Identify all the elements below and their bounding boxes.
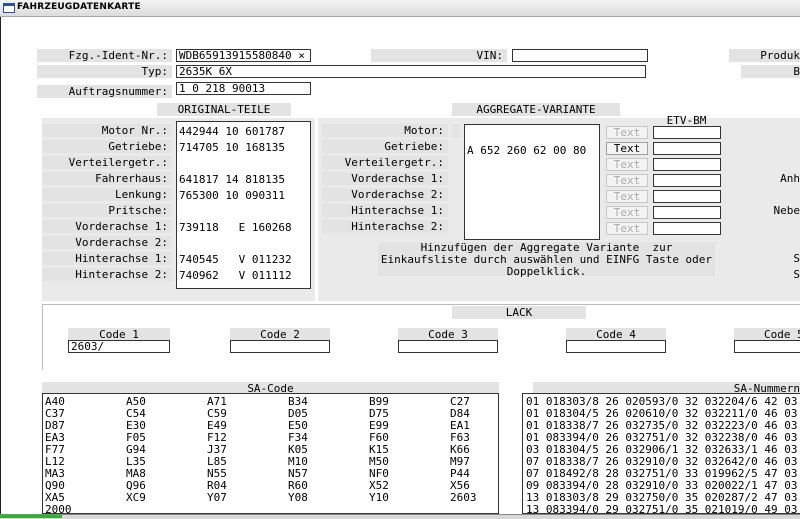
sa-nummern-list[interactable]: 01 018303/8 26 020593/0 32 032204/6 42 0… bbox=[522, 393, 800, 514]
sa-code-item[interactable]: XC9 bbox=[126, 492, 207, 504]
original-value-hinterachse1: 740545 V 011232 bbox=[179, 253, 292, 266]
aggregate-label-motor: Motor: bbox=[322, 124, 448, 137]
original-label-lenkung: Lenkung: bbox=[42, 188, 172, 201]
aggregate-label-getriebe: Getriebe: bbox=[322, 140, 448, 153]
auftrag-label: Auftragsnummer: bbox=[37, 85, 172, 98]
produkt-label: Produk bbox=[729, 49, 800, 62]
code4-field[interactable] bbox=[566, 340, 666, 353]
right-label-nebe: Nebe bbox=[773, 204, 800, 217]
b-label: B bbox=[741, 65, 800, 78]
original-teile-list[interactable]: 442944 10 601787 714705 10 168135 641817… bbox=[176, 121, 311, 289]
sa-code-list[interactable]: A40 A50 A71 B34 B99 C27 C37 C54 C59 D05 D75 D84 D87 E… bbox=[42, 393, 499, 516]
aggregate-label-verteilergetr: Verteilergetr.: bbox=[322, 156, 448, 169]
typ-field[interactable]: 2635K 6X bbox=[176, 65, 646, 78]
sa-code-item[interactable]: 2603 bbox=[450, 492, 531, 504]
original-value-vorderachse1: 739118 E 160268 bbox=[179, 221, 292, 234]
code2-field[interactable] bbox=[230, 340, 330, 353]
original-label-hinterachse1: Hinterachse 1: bbox=[42, 252, 172, 265]
typ-label: Typ: bbox=[37, 65, 172, 78]
original-value-motor: 442944 10 601787 bbox=[179, 125, 285, 138]
etv-field-hinterachse2[interactable] bbox=[653, 222, 721, 235]
right-label-s2: S bbox=[793, 268, 800, 281]
text-button-verteilergetr[interactable]: Text bbox=[606, 158, 648, 171]
fzg-ident-label: Fzg.-Ident-Nr.: bbox=[37, 49, 172, 62]
original-value-hinterachse2: 740962 V 011112 bbox=[179, 269, 292, 282]
aggregate-label-hinterachse1: Hinterachse 1: bbox=[322, 204, 448, 217]
original-value-lenkung: 765300 10 090311 bbox=[179, 189, 285, 202]
text-button-hinterachse2[interactable]: Text bbox=[606, 222, 648, 235]
window-titlebar: FAHRZEUGDATENKARTE bbox=[0, 0, 800, 17]
etv-field-vorderachse1[interactable] bbox=[653, 174, 721, 187]
original-label-hinterachse2: Hinterachse 2: bbox=[42, 268, 172, 281]
original-value-getriebe: 714705 10 168135 bbox=[179, 141, 285, 154]
aggregate-variant-list[interactable]: A 652 260 62 00 80 bbox=[464, 124, 600, 240]
right-label-s1: S bbox=[793, 252, 800, 265]
original-label-fahrerhaus: Fahrerhaus: bbox=[42, 172, 172, 185]
aggregate-label-hinterachse2: Hinterachse 2: bbox=[322, 220, 448, 233]
text-button-vorderachse1[interactable]: Text bbox=[606, 174, 648, 187]
sa-code-item[interactable]: Y10 bbox=[369, 492, 450, 504]
text-button-motor[interactable]: Text bbox=[606, 126, 648, 139]
text-button-getriebe[interactable]: Text bbox=[606, 142, 648, 155]
etv-field-getriebe[interactable] bbox=[653, 142, 721, 155]
etv-field-hinterachse1[interactable] bbox=[653, 206, 721, 219]
original-value-fahrerhaus: 641817 14 818135 bbox=[179, 173, 285, 186]
original-label-vorderachse1: Vorderachse 1: bbox=[42, 220, 172, 233]
original-label-verteilergetr: Verteilergetr.: bbox=[42, 156, 172, 169]
aggregate-hint: Hinzufügen der Aggregate Variante zur Ei… bbox=[378, 242, 715, 278]
code1-field[interactable]: 2603/ bbox=[68, 340, 170, 353]
aggregate-value-getriebe[interactable]: A 652 260 62 00 80 bbox=[467, 144, 586, 157]
window-title: FAHRZEUGDATENKARTE bbox=[17, 2, 141, 12]
etv-field-motor[interactable] bbox=[653, 126, 721, 139]
original-label-vorderachse2: Vorderachse 2: bbox=[42, 236, 172, 249]
aggregate-gutter bbox=[452, 124, 460, 137]
fzg-ident-field[interactable]: WDB65913915580840 × bbox=[176, 49, 311, 62]
sa-nummern-rows: 01 018303/8 26 020593/0 32 032204/6 42 0… bbox=[526, 396, 798, 514]
vin-field[interactable] bbox=[512, 49, 648, 62]
original-label-getriebe: Getriebe: bbox=[42, 140, 172, 153]
original-teile-title: ORIGINAL-TEILE bbox=[157, 103, 291, 116]
window-border bbox=[0, 17, 1, 518]
right-label-anh: Anh bbox=[780, 172, 800, 185]
aggregate-label-vorderachse2: Vorderachse 2: bbox=[322, 188, 448, 201]
aggregate-label-vorderachse1: Vorderachse 1: bbox=[322, 172, 448, 185]
code3-field[interactable] bbox=[398, 340, 498, 353]
text-button-hinterachse1[interactable]: Text bbox=[606, 206, 648, 219]
text-button-vorderachse2[interactable]: Text bbox=[606, 190, 648, 203]
sa-code-item[interactable]: Y07 bbox=[207, 492, 288, 504]
etv-field-vorderachse2[interactable] bbox=[653, 190, 721, 203]
code5-field[interactable] bbox=[734, 340, 800, 353]
etv-field-verteilergetr[interactable] bbox=[653, 158, 721, 171]
sa-code-grid: A40 A50 A71 B34 B99 C27 C37 C54 C59 D05 D75 D84 D87 E… bbox=[45, 396, 531, 516]
sa-code-item[interactable]: Y08 bbox=[288, 492, 369, 504]
sa-nummern-row[interactable]: 13 083394/0 29 032751/0 35 021019/0 49 0… bbox=[526, 504, 798, 514]
original-label-motor: Motor Nr.: bbox=[42, 124, 172, 137]
vin-label: VIN: bbox=[371, 49, 507, 62]
status-bar bbox=[0, 514, 800, 519]
auftrag-field[interactable]: 1 0 218 90013 bbox=[176, 82, 311, 95]
window-icon bbox=[3, 3, 15, 13]
aggregate-title: AGGREGATE-VARIANTE bbox=[452, 103, 620, 116]
original-label-pritsche: Pritsche: bbox=[42, 204, 172, 217]
